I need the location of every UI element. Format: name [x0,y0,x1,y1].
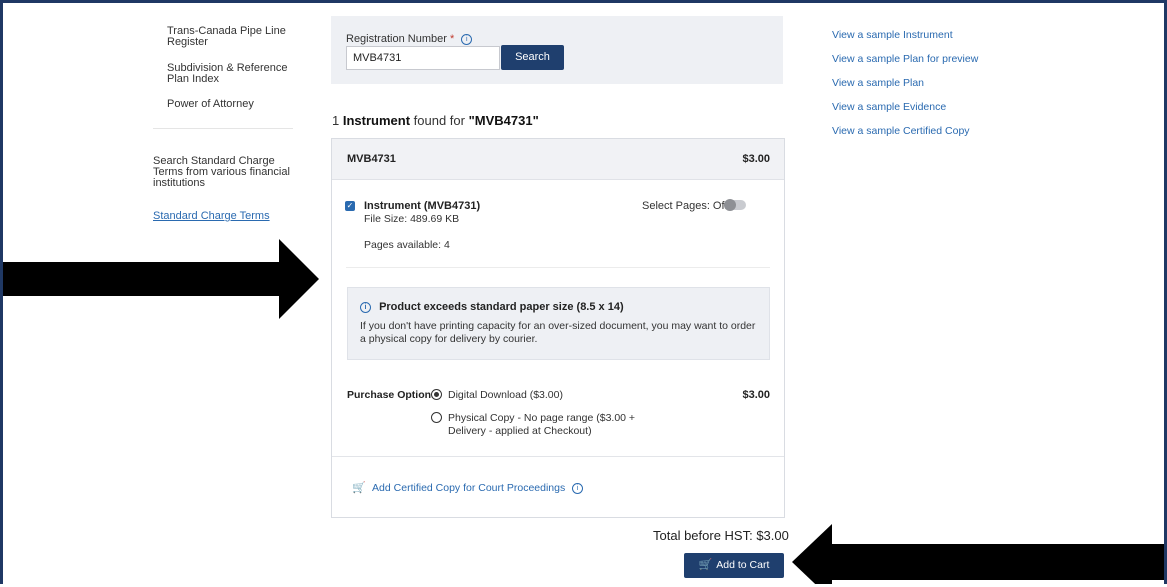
add-certified-copy-link[interactable]: 🛒 Add Certified Copy for Court Proceedin… [352,481,584,494]
cart-icon: 🛒 [698,559,713,571]
instrument-name: Instrument (MVB4731) [364,200,481,212]
sample-certified-copy-link[interactable]: View a sample Certified Copy [832,125,978,149]
standard-charge-terms-link[interactable]: Standard Charge Terms [153,210,270,222]
purchase-options-label: Purchase Options [347,389,437,401]
notice-title: i Product exceeds standard paper size (8… [360,301,624,313]
physical-copy-option[interactable]: Physical Copy - No page range ($3.00 + D… [448,412,648,438]
physical-copy-radio[interactable] [431,412,442,423]
sidebar-item-power-of-attorney[interactable]: Power of Attorney [167,99,297,110]
annotation-arrow-right-head [279,239,319,319]
info-icon[interactable]: i [572,482,584,494]
annotation-arrow-right [3,262,281,296]
result-card: MVB4731 $3.00 ✓ Instrument (MVB4731) Fil… [331,138,785,518]
results-type: Instrument [342,113,411,128]
select-pages-label: Select Pages: Off [642,200,728,212]
info-icon: i [360,301,371,313]
results-heading: 1 Instrument found for "MVB4731" [332,113,539,128]
sidebar-item-pipeline-register[interactable]: Trans-Canada Pipe Line Register [167,26,297,48]
info-icon[interactable]: i [461,33,473,45]
registration-number-input[interactable] [346,46,500,70]
instrument-checkbox[interactable]: ✓ [345,201,355,211]
sample-plan-link[interactable]: View a sample Plan [832,77,978,101]
notice-text: If you don't have printing capacity for … [360,320,756,345]
pages-available: Pages available: 4 [364,239,450,251]
cart-icon: 🛒 [352,482,366,494]
card-price: $3.00 [742,153,770,165]
registration-label-text: Registration Number [346,33,447,45]
sample-links: View a sample Instrument View a sample P… [832,29,978,149]
annotation-arrow-left [829,544,1164,580]
results-found-text: found for [413,113,465,128]
card-instrument-id: MVB4731 [347,153,396,165]
card-divider [332,456,784,457]
certified-link-text: Add Certified Copy for Court Proceedings [372,482,566,494]
add-to-cart-label: Add to Cart [716,559,770,571]
sample-plan-preview-link[interactable]: View a sample Plan for preview [832,53,978,77]
oversize-notice: i Product exceeds standard paper size (8… [347,287,770,360]
option-price: $3.00 [742,389,770,401]
sample-instrument-link[interactable]: View a sample Instrument [832,29,978,53]
sidebar-divider [153,128,293,129]
registration-label: Registration Number * i [346,33,473,45]
sidebar-item-subdivision-index[interactable]: Subdivision & Reference Plan Index [167,63,297,85]
total-before-hst: Total before HST: $3.00 [653,528,789,543]
search-panel: Registration Number * i Search [331,16,783,84]
sample-evidence-link[interactable]: View a sample Evidence [832,101,978,125]
digital-download-option[interactable]: Digital Download ($3.00) [448,389,563,401]
card-divider [346,267,770,268]
search-button[interactable]: Search [501,45,564,70]
card-header: MVB4731 $3.00 [332,139,784,180]
file-size: File Size: 489.69 KB [364,213,460,225]
sidebar-description: Search Standard Charge Terms from variou… [153,155,290,189]
required-mark: * [449,33,455,45]
add-to-cart-button[interactable]: 🛒 Add to Cart [684,553,784,578]
notice-title-text: Product exceeds standard paper size (8.5… [379,301,624,313]
select-pages-toggle[interactable] [724,199,746,211]
results-query: "MVB4731" [468,113,539,128]
page-frame: Trans-Canada Pipe Line Register Subdivis… [0,0,1167,584]
annotation-arrow-left-head [792,524,832,584]
results-count: 1 [332,113,340,128]
digital-download-radio[interactable] [431,389,442,400]
